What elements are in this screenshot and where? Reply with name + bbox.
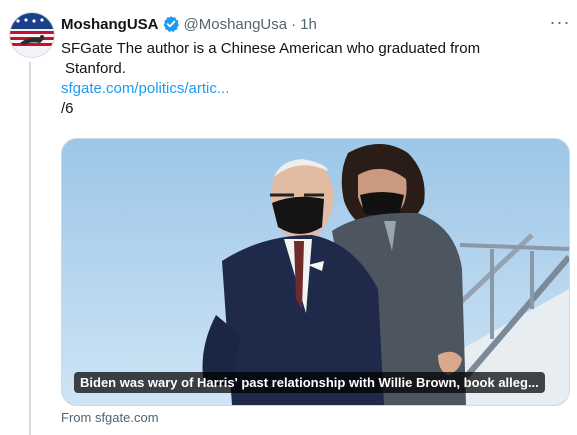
display-name[interactable]: MoshangUSA xyxy=(61,16,159,33)
verified-badge-icon xyxy=(162,15,180,33)
link-card[interactable]: Biden was wary of Harris' past relations… xyxy=(61,138,570,406)
thread-line xyxy=(29,62,31,435)
card-image xyxy=(62,139,569,405)
avatar-image xyxy=(10,13,54,57)
tweet-text-line: Stanford. xyxy=(65,60,126,77)
card-caption: Biden was wary of Harris' past relations… xyxy=(74,372,545,393)
timestamp[interactable]: 1h xyxy=(300,16,317,33)
avatar[interactable] xyxy=(9,12,55,58)
tweet-header: MoshangUSA @MoshangUsa · 1h xyxy=(61,14,317,34)
user-handle[interactable]: @MoshangUsa xyxy=(184,16,288,33)
article-link[interactable]: sfgate.com/politics/artic... xyxy=(61,80,229,97)
tweet-text-line: SFGate The author is a Chinese American … xyxy=(61,40,481,57)
thread-counter: /6 xyxy=(61,100,74,117)
separator-dot: · xyxy=(291,15,297,33)
tweet-text: SFGate The author is a Chinese American … xyxy=(61,39,561,119)
card-source[interactable]: From sfgate.com xyxy=(61,410,159,425)
more-options-icon[interactable]: ··· xyxy=(548,12,572,32)
